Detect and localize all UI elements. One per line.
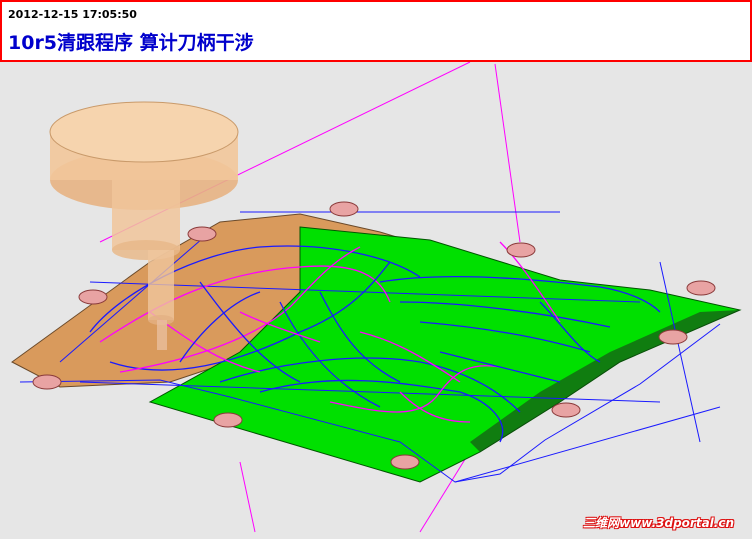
clamp-pad	[78, 289, 108, 305]
toolpath-scene	[11, 61, 742, 533]
clamp-pad	[686, 280, 716, 296]
clamp-pad	[187, 226, 217, 242]
program-title: 10r5清跟程序 算计刀柄干涉	[8, 32, 254, 54]
clamp-pad	[213, 412, 243, 428]
clamp-pad	[506, 242, 536, 258]
clamp-pad	[658, 329, 688, 345]
cad-3d-viewport[interactable]: 三维网www.3dportal.cn	[0, 61, 752, 535]
clamp-pad	[390, 454, 420, 470]
clamp-pad	[32, 374, 62, 390]
clamp-pad	[551, 402, 581, 418]
clamp-pad	[329, 201, 359, 217]
header-panel: 2012-12-15 17:05:50 10r5清跟程序 算计刀柄干涉	[0, 0, 752, 62]
timestamp: 2012-12-15 17:05:50	[8, 8, 137, 21]
watermark: 三维网www.3dportal.cn	[583, 516, 734, 530]
